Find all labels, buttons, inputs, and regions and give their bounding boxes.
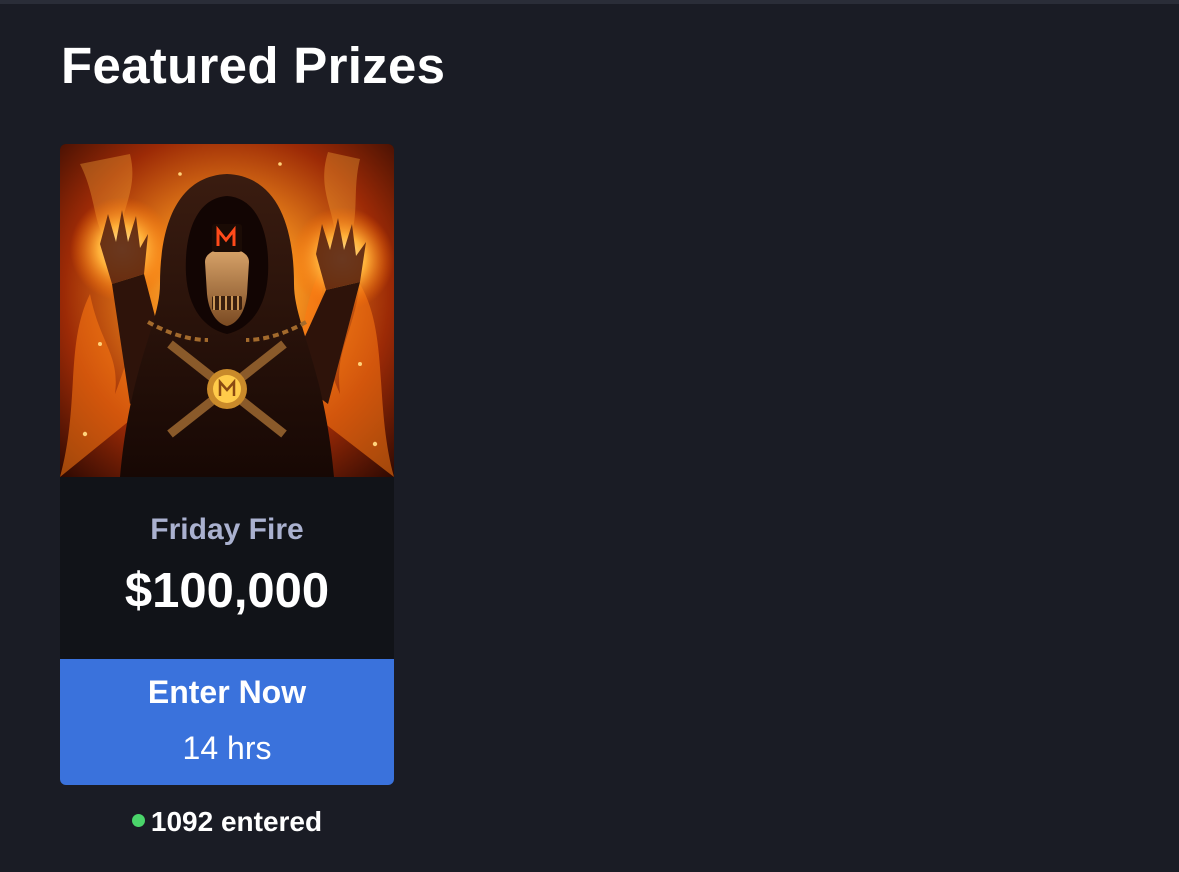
page: Featured Prizes Friday Fire $100,000 Ent… <box>0 0 1179 872</box>
enter-now-label: Enter Now <box>147 674 307 710</box>
entries-text: 1092 entered <box>150 806 323 837</box>
prize-name: Friday Fire <box>150 513 304 546</box>
section-title: Featured Prizes <box>61 37 446 94</box>
prize-amount: $100,000 <box>124 564 330 618</box>
top-border <box>0 0 1179 4</box>
prize-info: Friday Fire $100,000 <box>60 477 394 659</box>
time-remaining: 14 hrs <box>182 730 272 766</box>
hooded-flame-skeleton-artwork-icon <box>60 144 394 477</box>
online-status-icon <box>131 814 145 827</box>
entries-count: 1092 entered <box>60 806 394 838</box>
enter-now-button[interactable]: Enter Now 14 hrs <box>60 659 394 785</box>
prize-card[interactable]: Friday Fire $100,000 Enter Now 14 hrs <box>60 144 394 785</box>
prize-image[interactable] <box>60 144 394 477</box>
